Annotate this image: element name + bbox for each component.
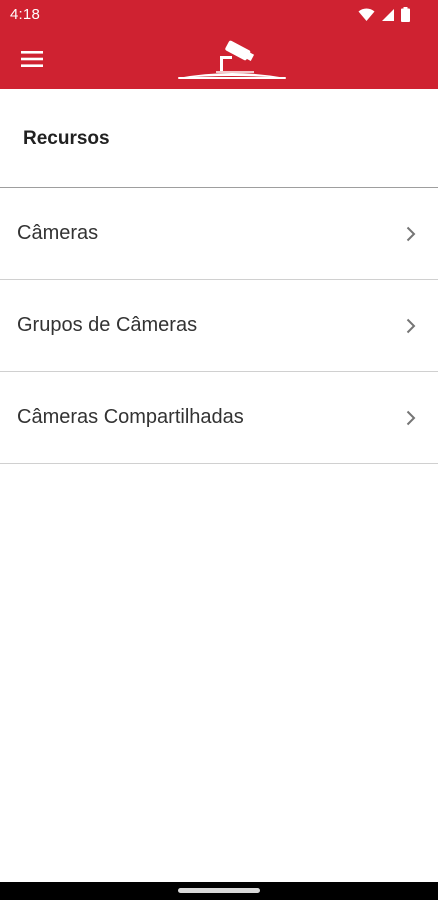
section-header: Recursos: [0, 89, 438, 188]
hamburger-menu-icon: [21, 51, 43, 67]
battery-icon: [401, 7, 410, 22]
status-bar: 4:18: [0, 0, 438, 30]
list-item-cameras[interactable]: Câmeras: [0, 188, 438, 280]
chevron-right-icon: [404, 224, 418, 244]
wifi-icon: [358, 7, 375, 21]
home-gesture-handle[interactable]: [178, 888, 260, 893]
list-item-camera-groups[interactable]: Grupos de Câmeras: [0, 280, 438, 372]
security-camera-logo: [178, 40, 286, 79]
resource-list: Câmeras Grupos de Câmeras Câmeras Compar…: [0, 188, 438, 464]
system-nav-bar: [0, 882, 438, 900]
app-bar: [0, 30, 438, 89]
list-item-label: Câmeras: [17, 222, 99, 244]
status-icons: [358, 7, 410, 22]
menu-button[interactable]: [12, 44, 52, 74]
status-time: 4:18: [10, 6, 40, 23]
list-item-shared-cameras[interactable]: Câmeras Compartilhadas: [0, 372, 438, 464]
list-item-label: Grupos de Câmeras: [17, 314, 198, 336]
list-item-label: Câmeras Compartilhadas: [17, 406, 244, 428]
chevron-right-icon: [404, 316, 418, 336]
chevron-right-icon: [404, 408, 418, 428]
signal-icon: [382, 8, 394, 21]
section-title: Recursos: [23, 128, 110, 149]
